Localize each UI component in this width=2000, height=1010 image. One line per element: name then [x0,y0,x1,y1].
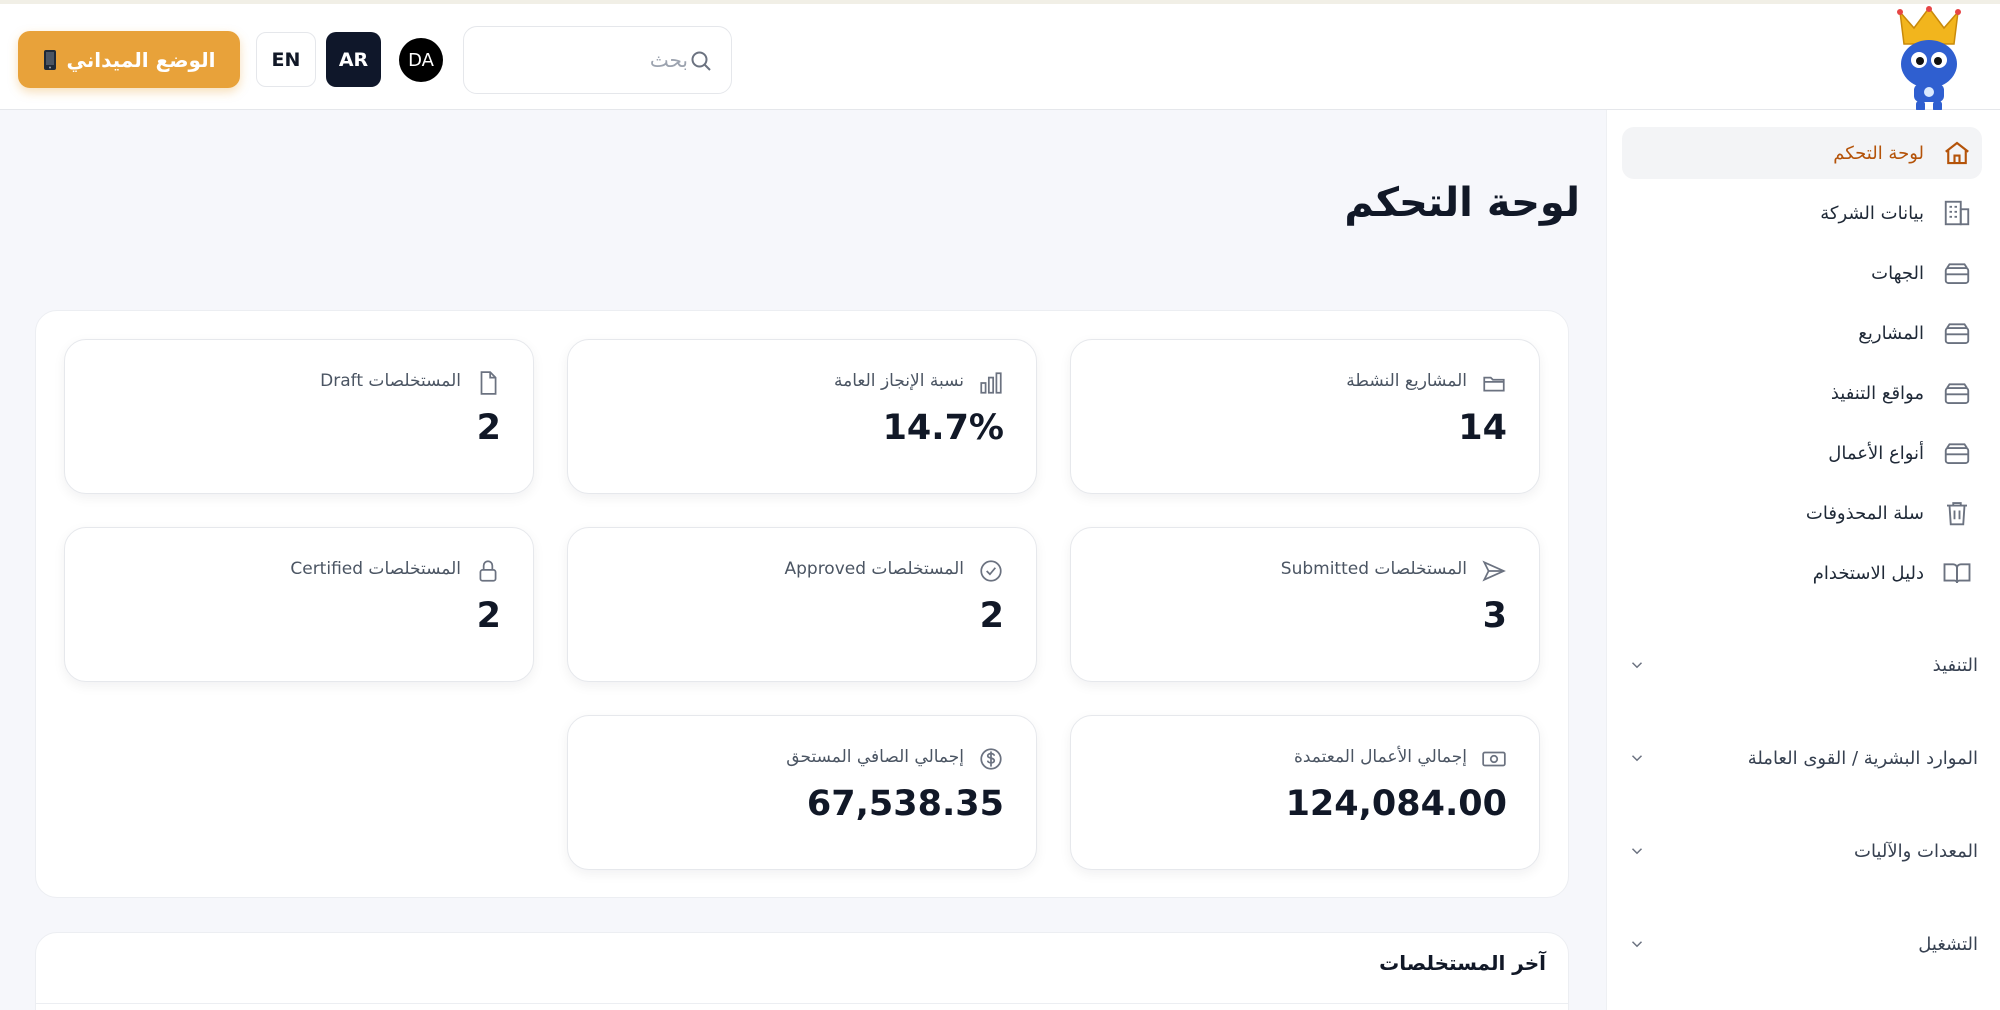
lang-en-button[interactable]: EN [256,32,316,87]
check-circle-icon [980,560,1002,582]
mascot-logo[interactable] [1892,6,1966,114]
phone-icon [43,49,56,70]
stat-value: 2 [476,408,501,448]
stat-value: 14.7% [882,408,1004,448]
stat-label: المستخلصات Certified [290,559,461,579]
box-icon [1944,383,1970,404]
stat-label: نسبة الإنجاز العامة [834,371,964,391]
stat-card-total-net-due[interactable]: إجمالي الصافي المستحق 67,538.35 [567,715,1037,870]
stat-label: المشاريع النشطة [1346,371,1467,391]
sidebar-item-label: بيانات الشركة [1820,202,1924,224]
file-icon [480,371,497,395]
search-icon [691,51,711,71]
home-icon [1945,141,1969,165]
sidebar-item-entities[interactable]: الجهات [1622,247,1982,299]
stat-card-draft[interactable]: المستخلصات Draft 2 [64,339,534,494]
chevron-down-icon [1631,941,1643,948]
building-icon [1944,200,1970,226]
search-box[interactable] [463,26,732,94]
sidebar-item-label: دليل الاستخدام [1812,562,1924,584]
sidebar-item-projects[interactable]: المشاريع [1622,307,1982,359]
sidebar-section-equipment[interactable]: المعدات والآليات [1622,831,1982,871]
box-icon [1944,263,1970,284]
sidebar-item-label: سلة المحذوفات [1805,502,1924,524]
sidebar-item-label: مواقع التنفيذ [1830,382,1924,404]
stat-label: المستخلصات Submitted [1280,559,1467,579]
stat-value: 2 [979,596,1004,636]
stat-card-submitted[interactable]: المستخلصات Submitted 3 [1070,527,1540,682]
stat-label: المستخلصات Draft [320,371,461,391]
stat-card-active-projects[interactable]: المشاريع النشطة 14 [1070,339,1540,494]
sidebar-item-label: لوحة التحكم [1833,142,1924,164]
stat-label: المستخلصات Approved [784,559,964,579]
stat-card-certified[interactable]: المستخلصات Certified 2 [64,527,534,682]
dollar-circle-icon [980,748,1002,770]
field-mode-button[interactable]: الوضع الميداني [18,31,240,88]
stat-label: إجمالي الأعمال المعتمدة [1293,747,1467,767]
stats-panel: المشاريع النشطة 14 نسبة الإنجاز العامة 1… [35,310,1569,898]
sidebar-section-label: المعدات والآليات [1854,840,1978,862]
sidebar-item-sites[interactable]: مواقع التنفيذ [1622,367,1982,419]
sidebar-section-hr[interactable]: الموارد البشرية / القوى العاملة [1622,738,1982,778]
lang-ar-button[interactable]: AR [326,32,381,87]
sidebar-section-label: الموارد البشرية / القوى العاملة [1747,747,1978,769]
sidebar-item-label: أنواع الأعمال [1828,442,1924,464]
chevron-down-icon [1631,662,1643,669]
sidebar-section-label: التنفيذ [1932,654,1978,676]
stat-value: 2 [476,596,501,636]
sidebar-section-execution[interactable]: التنفيذ [1622,645,1982,685]
sidebar-item-label: الجهات [1871,262,1924,284]
sidebar-section-label: التشغيل [1918,933,1978,955]
sidebar-item-company-data[interactable]: بيانات الشركة [1622,187,1982,239]
sidebar: لوحة التحكم بيانات الشركة الجهات المشاري… [1606,110,2000,1010]
folder-icon [1483,376,1505,392]
sidebar-item-label: المشاريع [1858,322,1924,344]
stat-value: 14 [1458,408,1507,448]
divider [36,1003,1568,1004]
chevron-down-icon [1631,755,1643,762]
box-icon [1944,323,1970,344]
stat-card-total-approved-works[interactable]: إجمالي الأعمال المعتمدة 124,084.00 [1070,715,1540,870]
recent-invoices-title: آخر المستخلصات [1379,951,1546,975]
lock-icon [479,560,497,582]
stat-value: 67,538.35 [806,784,1004,824]
send-icon [1482,560,1506,582]
stat-value: 3 [1482,596,1507,636]
bar-chart-icon [980,372,1002,394]
sidebar-item-trash[interactable]: سلة المحذوفات [1622,487,1982,539]
book-icon [1943,563,1971,584]
search-input[interactable] [478,37,688,83]
page-title: لوحة التحكم [1344,180,1580,226]
top-bar: الوضع الميداني EN AR DA [0,0,2000,112]
recent-invoices-panel: آخر المستخلصات [35,932,1569,1010]
trash-icon [1947,502,1967,526]
box-icon [1944,443,1970,464]
field-mode-label: الوضع الميداني [66,47,216,72]
stat-value: 124,084.00 [1285,784,1507,824]
stat-label: إجمالي الصافي المستحق [786,747,964,767]
avatar[interactable]: DA [399,38,443,82]
banknote-icon [1482,751,1506,767]
sidebar-item-work-types[interactable]: أنواع الأعمال [1622,427,1982,479]
stat-card-completion[interactable]: نسبة الإنجاز العامة 14.7% [567,339,1037,494]
sidebar-item-user-guide[interactable]: دليل الاستخدام [1622,547,1982,599]
sidebar-section-operation[interactable]: التشغيل [1622,924,1982,964]
stat-card-approved[interactable]: المستخلصات Approved 2 [567,527,1037,682]
chevron-down-icon [1631,848,1643,855]
sidebar-item-dashboard[interactable]: لوحة التحكم [1622,127,1982,179]
mascot-logo-icon [1897,6,1961,112]
